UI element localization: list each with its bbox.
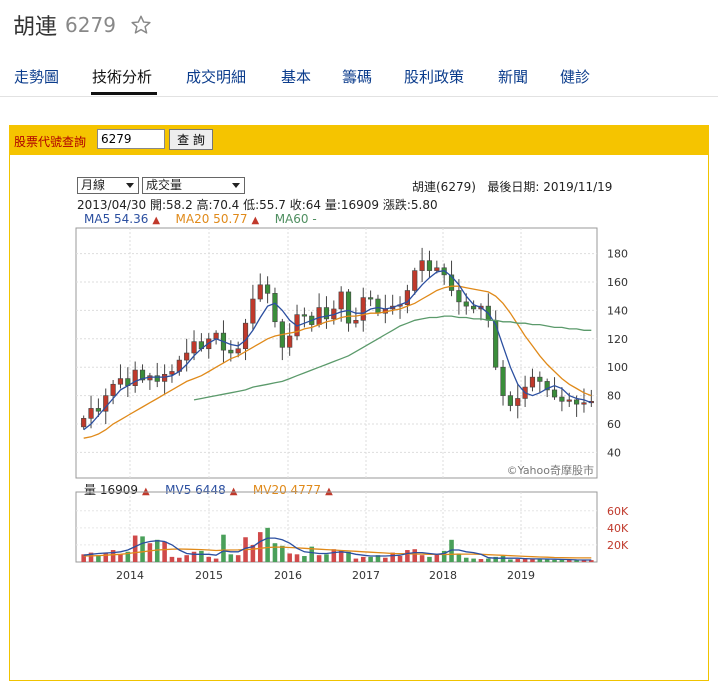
query-button[interactable]: 查 詢 — [169, 129, 213, 150]
up-arrow-icon: ▲ — [325, 486, 333, 497]
latest-date-label: 最後日期: — [487, 180, 540, 194]
up-arrow-icon: ▲ — [229, 486, 238, 497]
chevron-down-icon — [126, 183, 134, 188]
tab-bar: 走勢圖 技術分析 成交明細 基本 籌碼 股利政策 新聞 健診 — [0, 58, 718, 97]
tab-technical[interactable]: 技術分析 — [92, 66, 152, 87]
ma5-legend: MA5 54.36 — [84, 212, 149, 226]
mv5-legend: MV5 6448 — [165, 483, 226, 497]
up-arrow-icon: ▲ — [251, 215, 260, 226]
tab-diagnosis[interactable]: 健診 — [560, 66, 590, 87]
query-bar: 股票代號查詢 查 詢 — [9, 125, 709, 155]
ma20-legend: MA20 50.77 — [175, 212, 248, 226]
tab-dividend[interactable]: 股利政策 — [404, 66, 464, 87]
period-select[interactable]: 月線 — [77, 177, 139, 194]
mv20-legend: MV20 4777 — [252, 483, 322, 497]
ma-legend: MA5 54.36 ▲ MA20 50.77 ▲ MA60 - — [84, 212, 321, 226]
ohlc-line: 2013/04/30 開:58.2 高:70.4 低:55.7 收:64 量:1… — [77, 198, 438, 212]
latest-date: 2019/11/19 — [543, 180, 613, 194]
company-label: 胡連(6279) — [412, 180, 476, 194]
stock-code-input[interactable] — [97, 129, 165, 149]
indicator-select[interactable]: 成交量 — [142, 177, 245, 194]
volume-legend: 量 16909 ▲ MV5 6448 ▲ MV20 4777 ▲ — [84, 481, 337, 498]
indicator-select-value: 成交量 — [146, 178, 183, 192]
tab-basic[interactable]: 基本 — [281, 66, 311, 87]
star-icon[interactable] — [130, 14, 152, 36]
company-info: 胡連(6279) 最後日期: 2019/11/19 — [412, 178, 612, 195]
tab-news[interactable]: 新聞 — [498, 66, 528, 87]
active-tab-underline — [91, 92, 157, 95]
tab-chips[interactable]: 籌碼 — [342, 66, 372, 87]
chevron-down-icon — [232, 183, 240, 188]
tab-transactions[interactable]: 成交明細 — [186, 66, 246, 87]
up-arrow-icon: ▲ — [152, 215, 161, 226]
stock-name: 胡連 — [13, 15, 58, 40]
tab-trend[interactable]: 走勢圖 — [14, 66, 59, 87]
ma60-legend: MA60 - — [274, 212, 317, 226]
query-label: 股票代號查詢 — [14, 135, 87, 149]
period-select-value: 月線 — [81, 178, 106, 192]
vol-legend: 量 16909 — [84, 483, 138, 497]
stock-code: 6279 — [65, 13, 116, 37]
up-arrow-icon: ▲ — [142, 486, 150, 497]
title-row: 胡連 6279 — [13, 8, 152, 42]
